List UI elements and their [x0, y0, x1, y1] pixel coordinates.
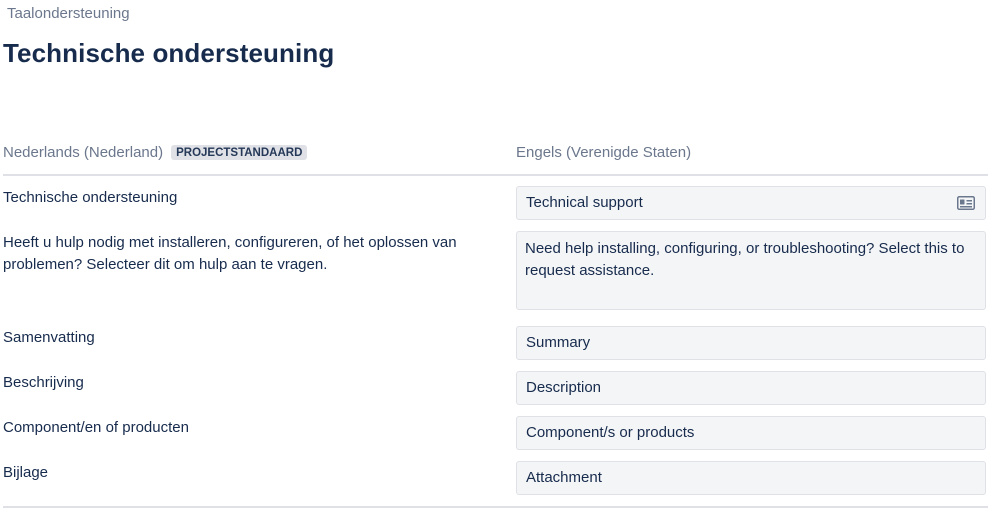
- page-title: Technische ondersteuning: [3, 38, 335, 68]
- header-divider: [3, 174, 988, 176]
- source-language-label: Nederlands (Nederland): [3, 144, 164, 161]
- translation-field-attachment[interactable]: Attachment: [516, 461, 986, 495]
- source-language-header: Nederlands (Nederland) PROJECTSTANDAARD: [3, 144, 308, 161]
- breadcrumb[interactable]: Taalondersteuning: [7, 5, 130, 22]
- translation-value: Summary: [526, 334, 591, 351]
- translation-field-components[interactable]: Component/s or products: [516, 416, 986, 450]
- target-language-header: Engels (Verenigde Staten): [516, 144, 692, 161]
- id-card-icon[interactable]: [957, 196, 975, 210]
- source-text-request-type-description: Heeft u hulp nodig met installeren, conf…: [3, 234, 457, 273]
- footer-divider: [3, 506, 988, 508]
- source-text-attachment: Bijlage: [3, 464, 49, 481]
- translation-field-request-type-description[interactable]: Need help installing, configuring, or tr…: [516, 231, 986, 310]
- translation-field-summary[interactable]: Summary: [516, 326, 986, 360]
- source-text-request-type-name: Technische ondersteuning: [3, 189, 178, 206]
- project-default-badge: PROJECTSTANDAARD: [171, 145, 308, 160]
- translation-field-request-type-name[interactable]: Technical support: [516, 186, 986, 220]
- source-text-description: Beschrijving: [3, 374, 84, 391]
- source-text-components: Component/en of producten: [3, 419, 189, 436]
- translation-value: Technical support: [526, 194, 643, 211]
- translation-value: Description: [526, 379, 602, 396]
- translation-value: Component/s or products: [526, 424, 695, 441]
- translation-field-description[interactable]: Description: [516, 371, 986, 405]
- translation-value: Attachment: [526, 469, 602, 486]
- source-text-summary: Samenvatting: [3, 329, 95, 346]
